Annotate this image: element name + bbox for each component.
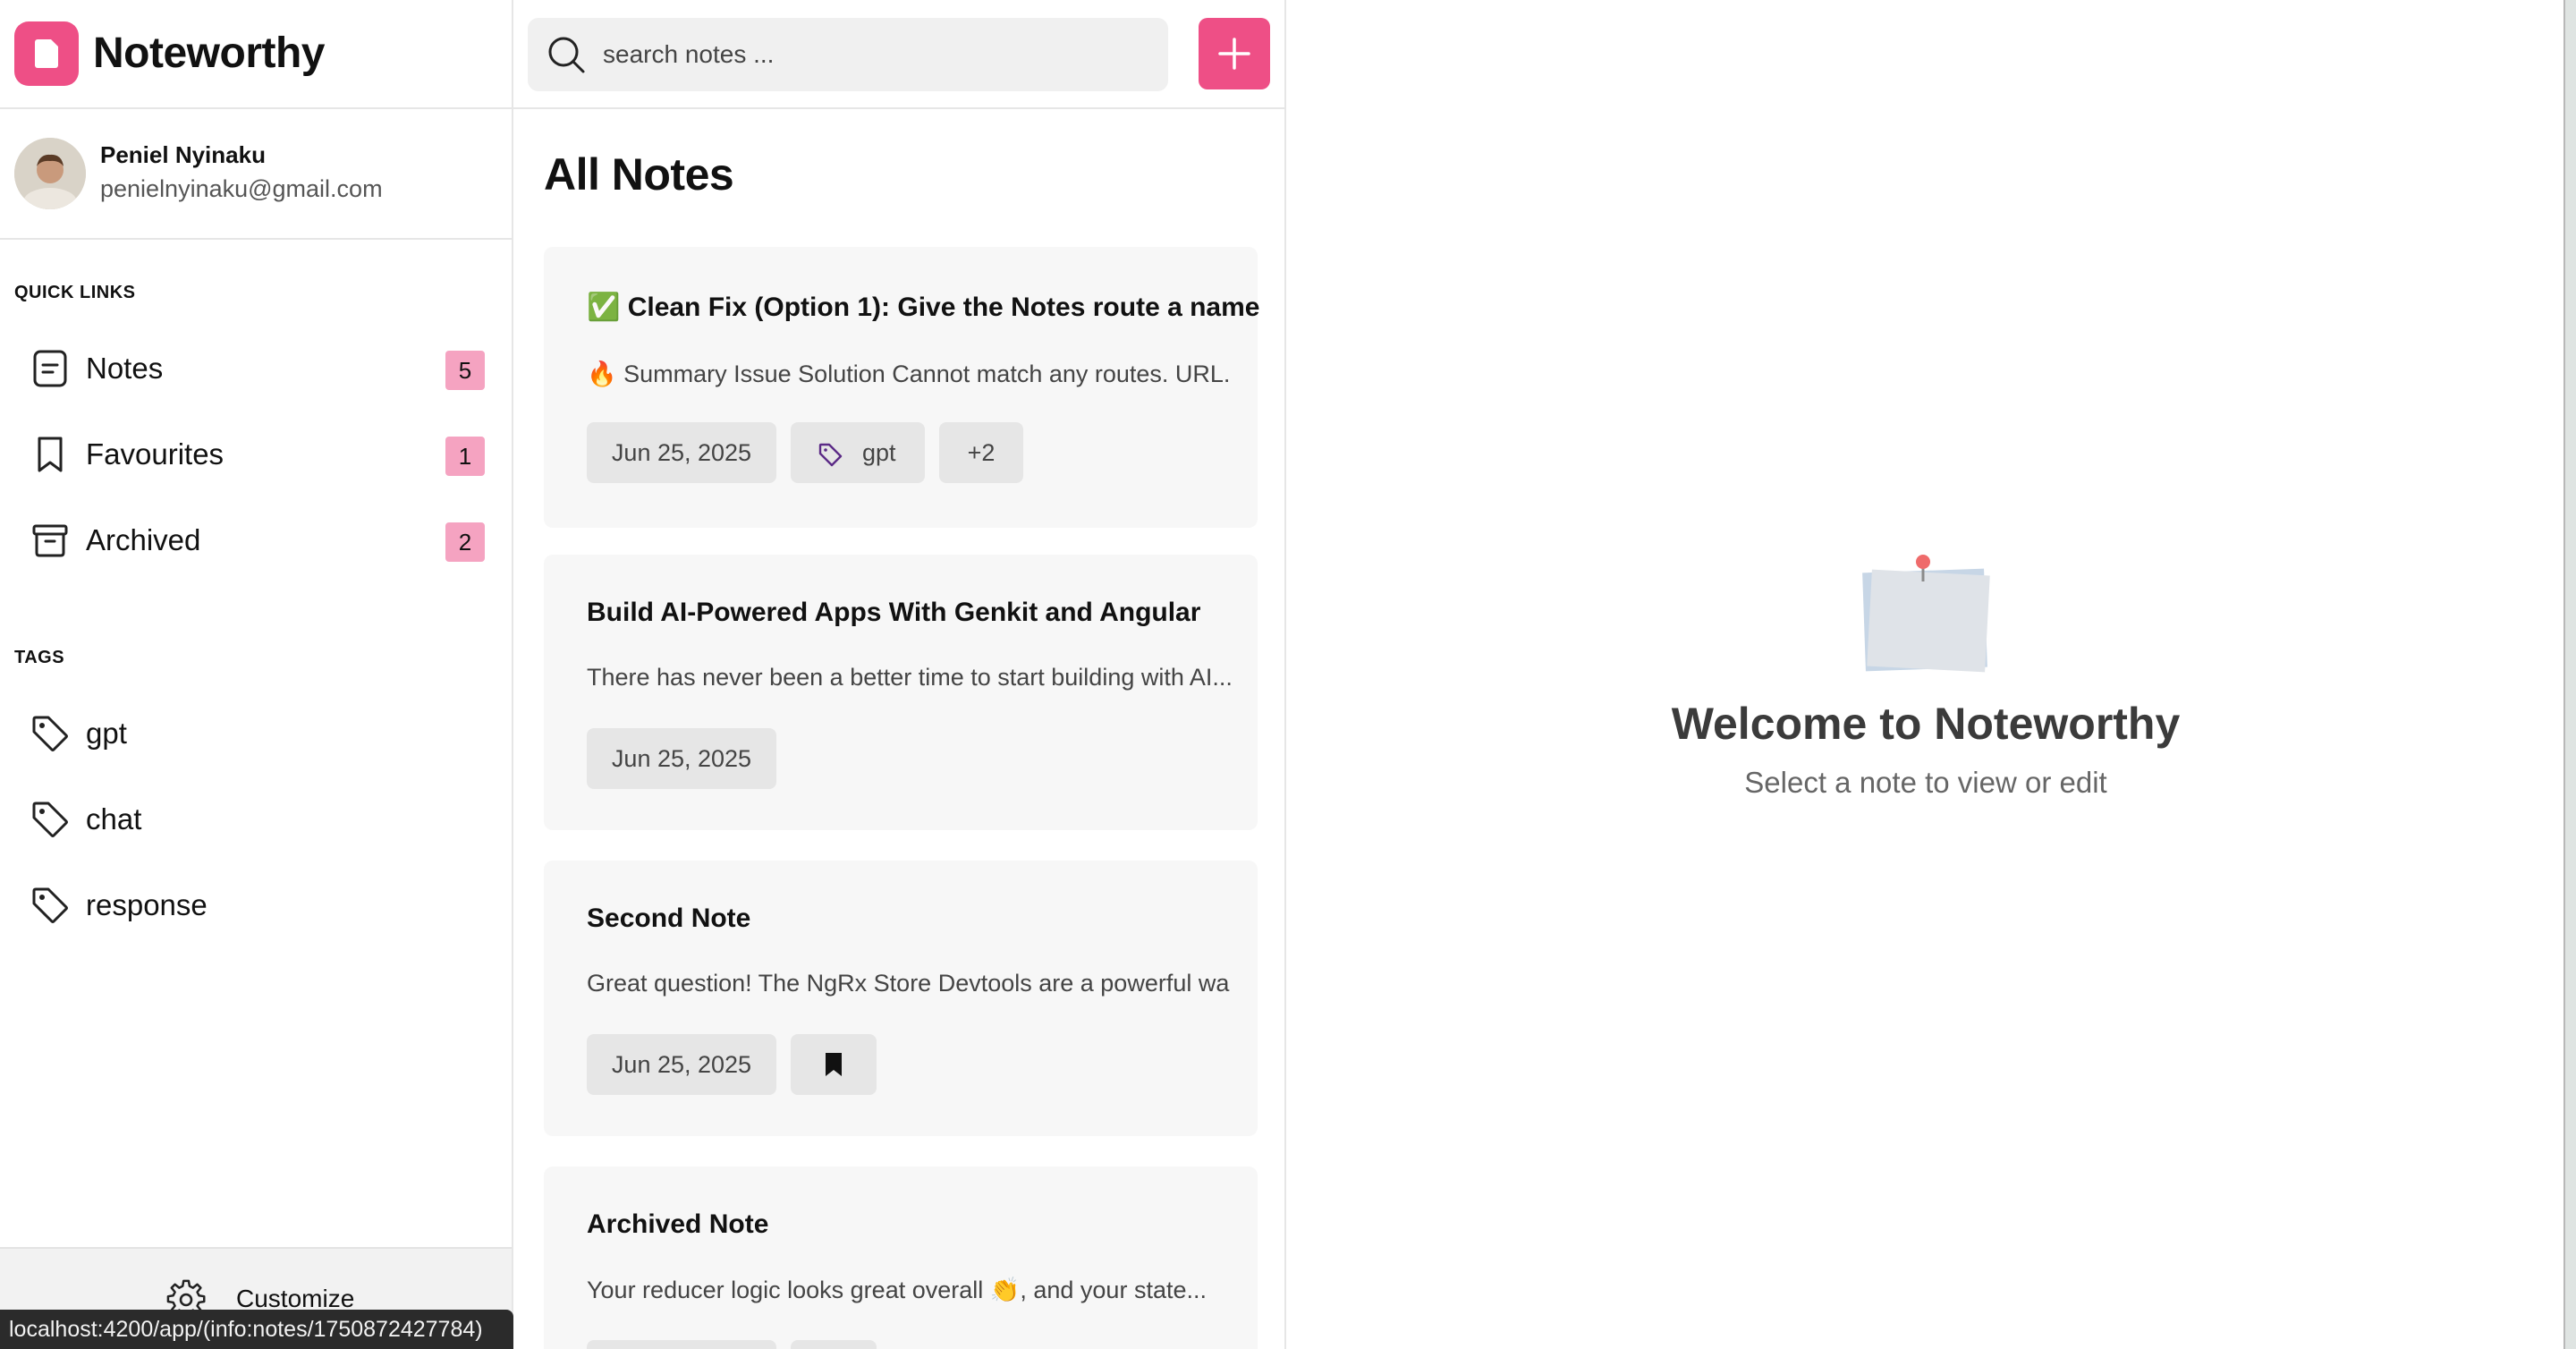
bookmark-icon — [38, 437, 63, 472]
tags-heading: TAGS — [14, 648, 65, 667]
tag-icon — [818, 443, 843, 467]
note-icon — [33, 350, 67, 387]
sidebar-item-label: gpt — [86, 717, 127, 750]
app-window: Noteworthy Peniel Nyinaku penielnyinaku@… — [0, 0, 2576, 1349]
logo-icon — [14, 21, 79, 86]
note-detail-pane: Welcome to Noteworthy Select a note to v… — [1286, 0, 2565, 1349]
sidebar-item-label: Archived — [86, 523, 201, 556]
sidebar-item-label: Notes — [86, 352, 164, 385]
search-icon — [548, 37, 585, 73]
note-title: ✅ Clean Fix (Option 1): Give the Notes r… — [587, 293, 1260, 322]
sidebar-item-tag-response[interactable]: response — [14, 870, 497, 941]
sidebar-item-favourites[interactable]: Favourites 1 — [14, 419, 497, 490]
favourite-chip — [791, 1034, 877, 1095]
tag-icon — [32, 716, 68, 751]
note-card[interactable]: ✅ Clean Fix (Option 1): Give the Notes r… — [544, 247, 1260, 528]
archive-chip — [791, 1340, 877, 1349]
count-badge: 5 — [445, 351, 485, 390]
notes-list-pane: All Notes ✅ Clean Fix (Option 1): Give t… — [513, 0, 1286, 1349]
search-bar[interactable] — [528, 18, 1168, 91]
archive-icon — [32, 524, 68, 557]
sidebar-item-notes[interactable]: Notes 5 — [14, 333, 497, 404]
sidebar-item-tag-chat[interactable]: chat — [14, 784, 497, 855]
tag-chip-label: gpt — [862, 439, 896, 466]
sidebar-item-label: response — [86, 888, 208, 921]
sidebar-item-label: chat — [86, 802, 142, 836]
user-name: Peniel Nyinaku — [100, 141, 266, 168]
sidebar-item-label: Favourites — [86, 437, 225, 471]
link-status-bar: localhost:4200/app/(info:notes/175087242… — [0, 1310, 513, 1349]
note-title: Build AI-Powered Apps With Genkit and An… — [587, 598, 1201, 627]
user-email: penielnyinaku@gmail.com — [100, 175, 383, 202]
app-title: Noteworthy — [93, 30, 326, 77]
brand-header: Noteworthy — [0, 0, 512, 109]
note-excerpt: Great question! The NgRx Store Devtools … — [587, 970, 1231, 997]
welcome-title: Welcome to Noteworthy — [1671, 699, 2181, 749]
desktop-edge — [2565, 0, 2576, 1349]
note-card[interactable]: Archived Note Your reducer logic looks g… — [544, 1167, 1258, 1349]
note-card[interactable]: Second Note Great question! The NgRx Sto… — [544, 861, 1258, 1136]
sidebar-item-tag-gpt[interactable]: gpt — [14, 698, 497, 769]
welcome-subtitle: Select a note to view or edit — [1744, 766, 2107, 799]
date-chip: Jun 25, 2025 — [587, 422, 776, 483]
pinned-note-icon — [1862, 555, 1990, 673]
count-badge: 1 — [445, 437, 485, 476]
count-badge: 2 — [445, 522, 485, 562]
date-chip: Jun 25, 2025 — [587, 1034, 776, 1095]
plus-icon — [1218, 38, 1250, 70]
avatar — [14, 138, 86, 209]
bookmark-filled-icon — [826, 1053, 842, 1076]
date-chip: Jun 25, 2025 — [587, 728, 776, 789]
note-excerpt: 🔥 Summary Issue Solution Cannot match an… — [587, 361, 1231, 387]
more-tags-chip[interactable]: +2 — [939, 422, 1023, 483]
note-card[interactable]: Build AI-Powered Apps With Genkit and An… — [544, 555, 1258, 830]
add-note-button[interactable] — [1199, 18, 1270, 89]
note-excerpt: Your reducer logic looks great overall 👏… — [587, 1277, 1207, 1303]
user-profile[interactable]: Peniel Nyinaku penielnyinaku@gmail.com — [0, 109, 512, 240]
tag-icon — [32, 887, 68, 923]
quick-links-heading: QUICK LINKS — [14, 283, 136, 302]
sidebar: Noteworthy Peniel Nyinaku penielnyinaku@… — [0, 0, 513, 1349]
tag-icon — [32, 802, 68, 837]
note-excerpt: There has never been a better time to st… — [587, 664, 1231, 691]
tag-chip[interactable]: gpt — [791, 422, 925, 483]
date-chip — [587, 1340, 776, 1349]
page-title: All Notes — [544, 149, 734, 199]
note-title: Second Note — [587, 904, 751, 933]
search-input[interactable] — [601, 18, 1156, 91]
note-title: Archived Note — [587, 1209, 769, 1239]
sidebar-item-archived[interactable]: Archived 2 — [14, 505, 497, 576]
notes-toolbar — [513, 0, 1284, 109]
